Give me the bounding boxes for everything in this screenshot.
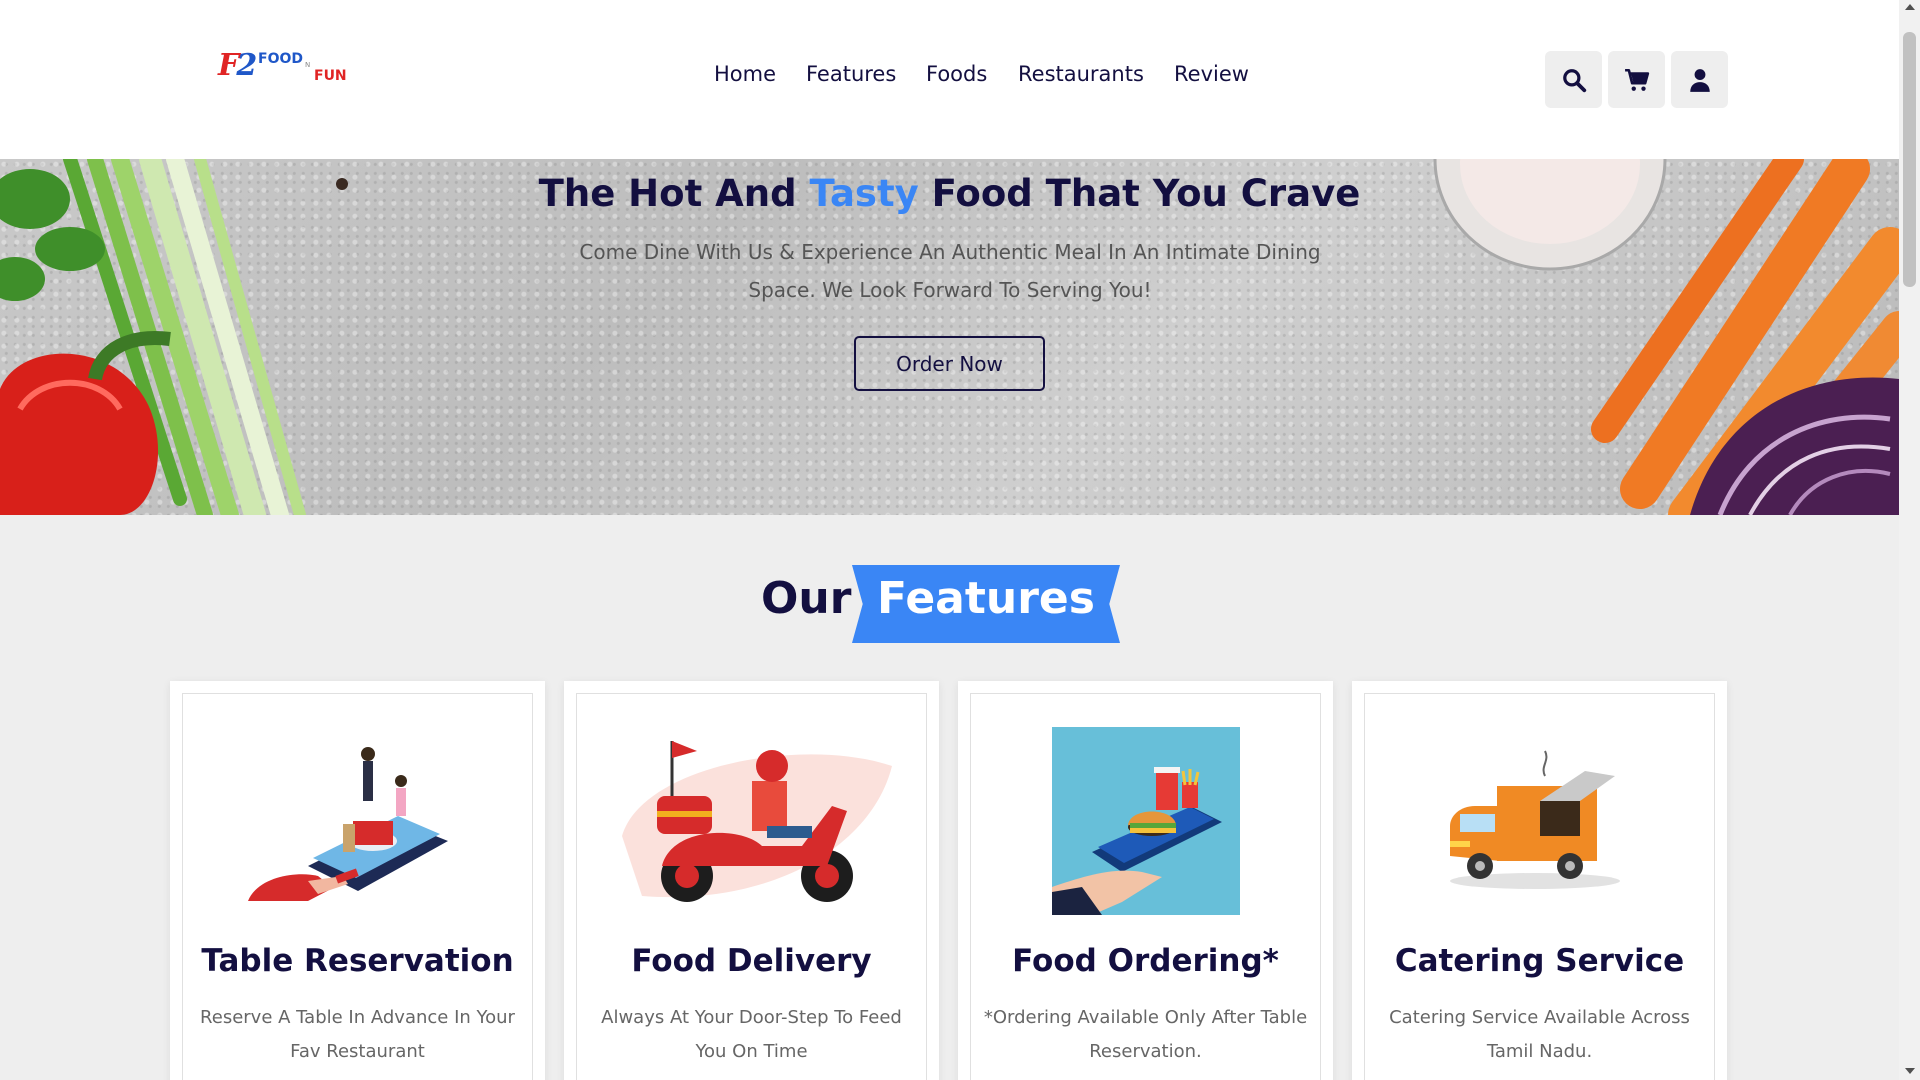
feature-card: Table Reservation Reserve A Table In Adv… xyxy=(170,681,545,1080)
feature-card: Catering Service Catering Service Availa… xyxy=(1352,681,1727,1080)
food-truck-illustration xyxy=(1449,750,1620,889)
feature-cards: Table Reservation Reserve A Table In Adv… xyxy=(170,681,1730,1080)
hero-title: The Hot And Tasty Food That You Crave xyxy=(538,172,1361,215)
search-icon xyxy=(1562,68,1586,92)
card-title: Food Delivery xyxy=(631,943,872,979)
cart-icon xyxy=(1624,68,1649,91)
features-heading-tag: Features xyxy=(852,565,1120,643)
nav-review[interactable]: Review xyxy=(1174,62,1249,86)
card-title: Table Reservation xyxy=(201,943,514,979)
phone-burger-illustration xyxy=(1051,727,1240,915)
nav-foods[interactable]: Foods xyxy=(926,62,987,86)
nav-home[interactable]: Home xyxy=(714,62,776,86)
features-heading-plain: Our xyxy=(761,573,852,624)
scrollbar-thumb[interactable] xyxy=(1903,32,1916,287)
feature-card: Food Delivery Always At Your Door-Step T… xyxy=(564,681,939,1080)
page-scrollbar[interactable] xyxy=(1899,0,1920,1080)
table-reservation-illustration xyxy=(247,747,448,901)
scroll-up-arrow-icon[interactable] xyxy=(1905,4,1915,10)
scroll-down-arrow-icon[interactable] xyxy=(1905,1068,1915,1074)
card-description: Catering Service Available Across Tamil … xyxy=(1389,1007,1690,1062)
card-description: *Ordering Available Only After Table Res… xyxy=(983,1007,1308,1062)
site-header: F2 FOOD N FUN Home Features Foods Restau… xyxy=(0,0,1899,159)
user-icon xyxy=(1689,68,1710,92)
account-button[interactable] xyxy=(1671,51,1728,108)
card-description: Always At Your Door-Step To Feed You On … xyxy=(601,1007,902,1062)
nav-restaurants[interactable]: Restaurants xyxy=(1018,62,1144,86)
hero-subtitle: Come Dine With Us & Experience An Authen… xyxy=(579,240,1321,302)
card-title: Catering Service xyxy=(1394,943,1685,979)
delivery-scooter-illustration xyxy=(621,741,892,902)
hero-section: The Hot And Tasty Food That You Crave Co… xyxy=(0,159,1899,515)
nav-features[interactable]: Features xyxy=(806,62,896,86)
card-description: Reserve A Table In Advance In Your Fav R… xyxy=(200,1007,515,1062)
order-now-button[interactable]: Order Now xyxy=(854,336,1045,391)
features-heading-tag-text: Features xyxy=(877,573,1095,624)
features-heading: Our Features xyxy=(0,565,1899,643)
search-button[interactable] xyxy=(1545,51,1602,108)
hero-title-highlight: Tasty xyxy=(809,172,919,215)
feature-card: Food Ordering* *Ordering Available Only … xyxy=(958,681,1333,1080)
card-title: Food Ordering* xyxy=(1012,943,1279,979)
cart-button[interactable] xyxy=(1608,51,1665,108)
